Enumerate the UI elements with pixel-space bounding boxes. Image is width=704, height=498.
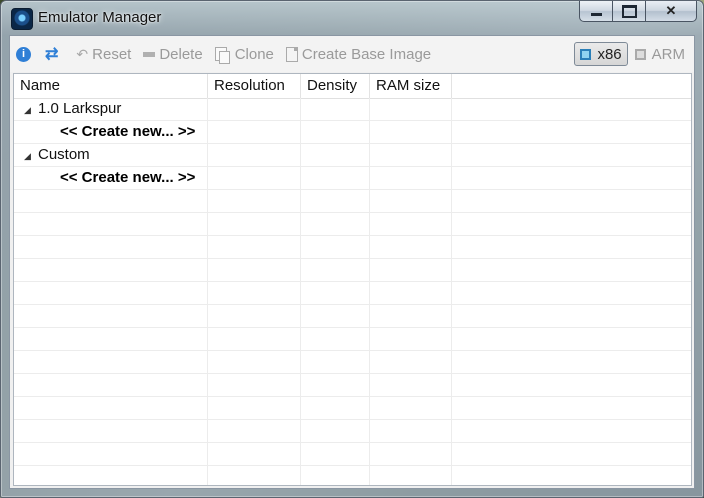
minimize-icon (590, 13, 602, 16)
delete-label: Delete (159, 45, 203, 63)
empty-table-row (14, 420, 691, 443)
empty-table-row (14, 305, 691, 328)
table-row[interactable]: ◢ Custom (14, 144, 691, 167)
minus-icon (143, 51, 156, 57)
refresh-icon[interactable]: ⇄ (45, 44, 58, 64)
column-header-ram-size[interactable]: RAM size (370, 74, 452, 98)
window-title: Emulator Manager (38, 9, 162, 26)
create-new-item[interactable]: << Create new... >> (24, 123, 195, 140)
maximize-icon (621, 4, 637, 18)
empty-table-row (14, 236, 691, 259)
undo-icon: ↶ (76, 45, 89, 62)
table-header: Name Resolution Density RAM size (14, 74, 691, 99)
reset-label: Reset (92, 45, 132, 63)
create-new-item[interactable]: << Create new... >> (24, 169, 195, 186)
expand-arrow-icon[interactable]: ◢ (24, 99, 38, 121)
emulator-manager-window: Emulator Manager ✕ i ⇄ ↶ Reset Delete Cl… (0, 0, 704, 498)
empty-table-row (14, 397, 691, 420)
architecture-toggle: x86 ARM (572, 42, 690, 66)
create-base-label: Create Base Image (301, 45, 432, 63)
group-label: Custom (38, 146, 90, 163)
table-row[interactable]: << Create new... >> (14, 121, 691, 144)
group-label: 1.0 Larkspur (38, 100, 122, 117)
table-body: ◢ 1.0 Larkspur << Create new... >> ◢ Custo… (14, 98, 691, 485)
title-bar[interactable]: Emulator Manager ✕ (1, 1, 703, 35)
chip-icon (580, 48, 592, 60)
empty-table-row (14, 259, 691, 282)
document-icon (285, 46, 298, 62)
minimize-button[interactable] (579, 1, 613, 22)
empty-table-row (14, 443, 691, 466)
x86-label: x86 (597, 45, 622, 63)
x86-toggle[interactable]: x86 (574, 42, 628, 66)
arm-toggle[interactable]: ARM (630, 43, 690, 65)
empty-table-row (14, 374, 691, 397)
column-header-resolution[interactable]: Resolution (208, 74, 301, 98)
toolbar: i ⇄ ↶ Reset Delete Clone Create Base Ima… (10, 36, 694, 72)
table-row[interactable]: ◢ 1.0 Larkspur (14, 98, 691, 121)
empty-table-row (14, 213, 691, 236)
close-icon: ✕ (665, 3, 677, 18)
expand-arrow-icon[interactable]: ◢ (24, 145, 38, 167)
window-controls: ✕ (579, 1, 697, 22)
maximize-button[interactable] (613, 1, 646, 22)
chip-icon (634, 48, 646, 60)
table-row[interactable]: << Create new... >> (14, 167, 691, 190)
reset-button[interactable]: ↶ Reset (76, 46, 131, 63)
emulator-table: Name Resolution Density RAM size ◢ 1.0 La… (13, 73, 692, 486)
client-area: i ⇄ ↶ Reset Delete Clone Create Base Ima… (9, 35, 695, 489)
empty-table-row (14, 351, 691, 374)
empty-table-row (14, 282, 691, 305)
empty-table-row (14, 328, 691, 351)
create-base-image-button[interactable]: Create Base Image (285, 45, 432, 63)
info-icon[interactable]: i (16, 46, 31, 62)
clone-label: Clone (234, 45, 274, 63)
app-icon (11, 8, 33, 30)
arm-label: ARM (651, 45, 685, 63)
column-header-name[interactable]: Name (14, 74, 208, 98)
clone-button[interactable]: Clone (214, 45, 274, 64)
close-button[interactable]: ✕ (646, 1, 697, 22)
empty-rows (14, 190, 691, 485)
delete-button[interactable]: Delete (143, 45, 203, 63)
empty-table-row (14, 190, 691, 213)
copy-icon (214, 47, 230, 64)
column-header-density[interactable]: Density (301, 74, 370, 98)
empty-table-row (14, 466, 691, 485)
